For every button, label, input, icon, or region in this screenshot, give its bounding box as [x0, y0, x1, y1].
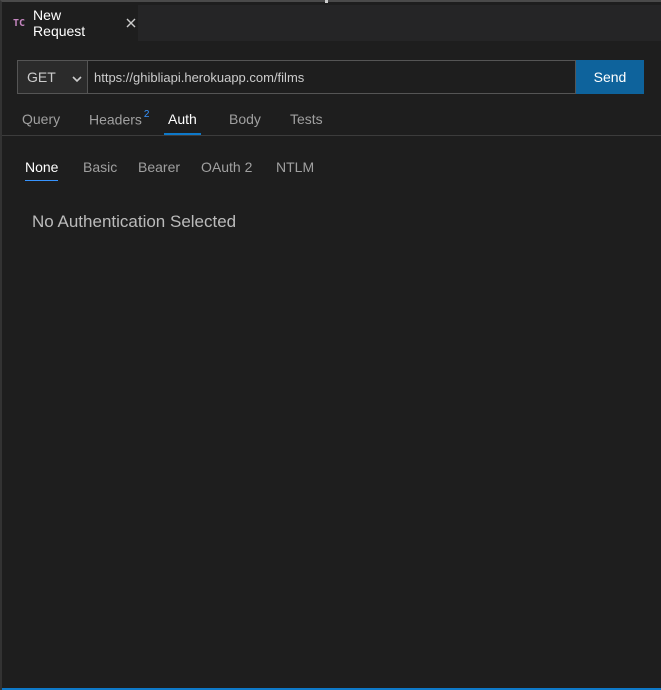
window-notch	[325, 0, 328, 3]
method-select[interactable]: GET	[17, 60, 87, 94]
url-input[interactable]	[87, 60, 576, 94]
tab-body[interactable]: Body	[229, 111, 261, 133]
headers-count-badge: 2	[143, 109, 150, 120]
auth-type-oauth2[interactable]: OAuth 2	[201, 159, 252, 180]
thunder-client-icon: TC	[13, 17, 26, 29]
tab-headers-label: Headers	[89, 111, 142, 128]
tab-tests[interactable]: Tests	[290, 111, 323, 133]
tab-headers[interactable]: Headers 2	[89, 109, 150, 134]
request-bar: GET Send	[17, 60, 645, 94]
close-icon[interactable]	[124, 16, 138, 30]
auth-type-none[interactable]: None	[25, 159, 59, 181]
auth-type-basic[interactable]: Basic	[83, 159, 117, 180]
app-window: TC New Request GET Send Query Headers2 A…	[0, 0, 661, 690]
editor-tab-title: New Request	[33, 7, 86, 39]
auth-type-tabs: None Basic Bearer OAuth 2 NTLM	[2, 152, 661, 182]
tab-auth[interactable]: Auth	[164, 111, 201, 135]
editor-tab-new-request[interactable]: TC New Request	[2, 5, 139, 41]
tab-query[interactable]: Query	[22, 111, 60, 133]
send-button[interactable]: Send	[576, 60, 644, 94]
chevron-down-icon	[71, 72, 83, 90]
method-value: GET	[27, 69, 56, 85]
auth-type-bearer[interactable]: Bearer	[138, 159, 180, 180]
auth-type-ntlm[interactable]: NTLM	[276, 159, 314, 180]
editor-tabstrip: TC New Request	[2, 5, 661, 41]
request-tabs: Query Headers 2 Auth Body Tests	[2, 102, 661, 136]
auth-empty-message: No Authentication Selected	[32, 212, 237, 231]
